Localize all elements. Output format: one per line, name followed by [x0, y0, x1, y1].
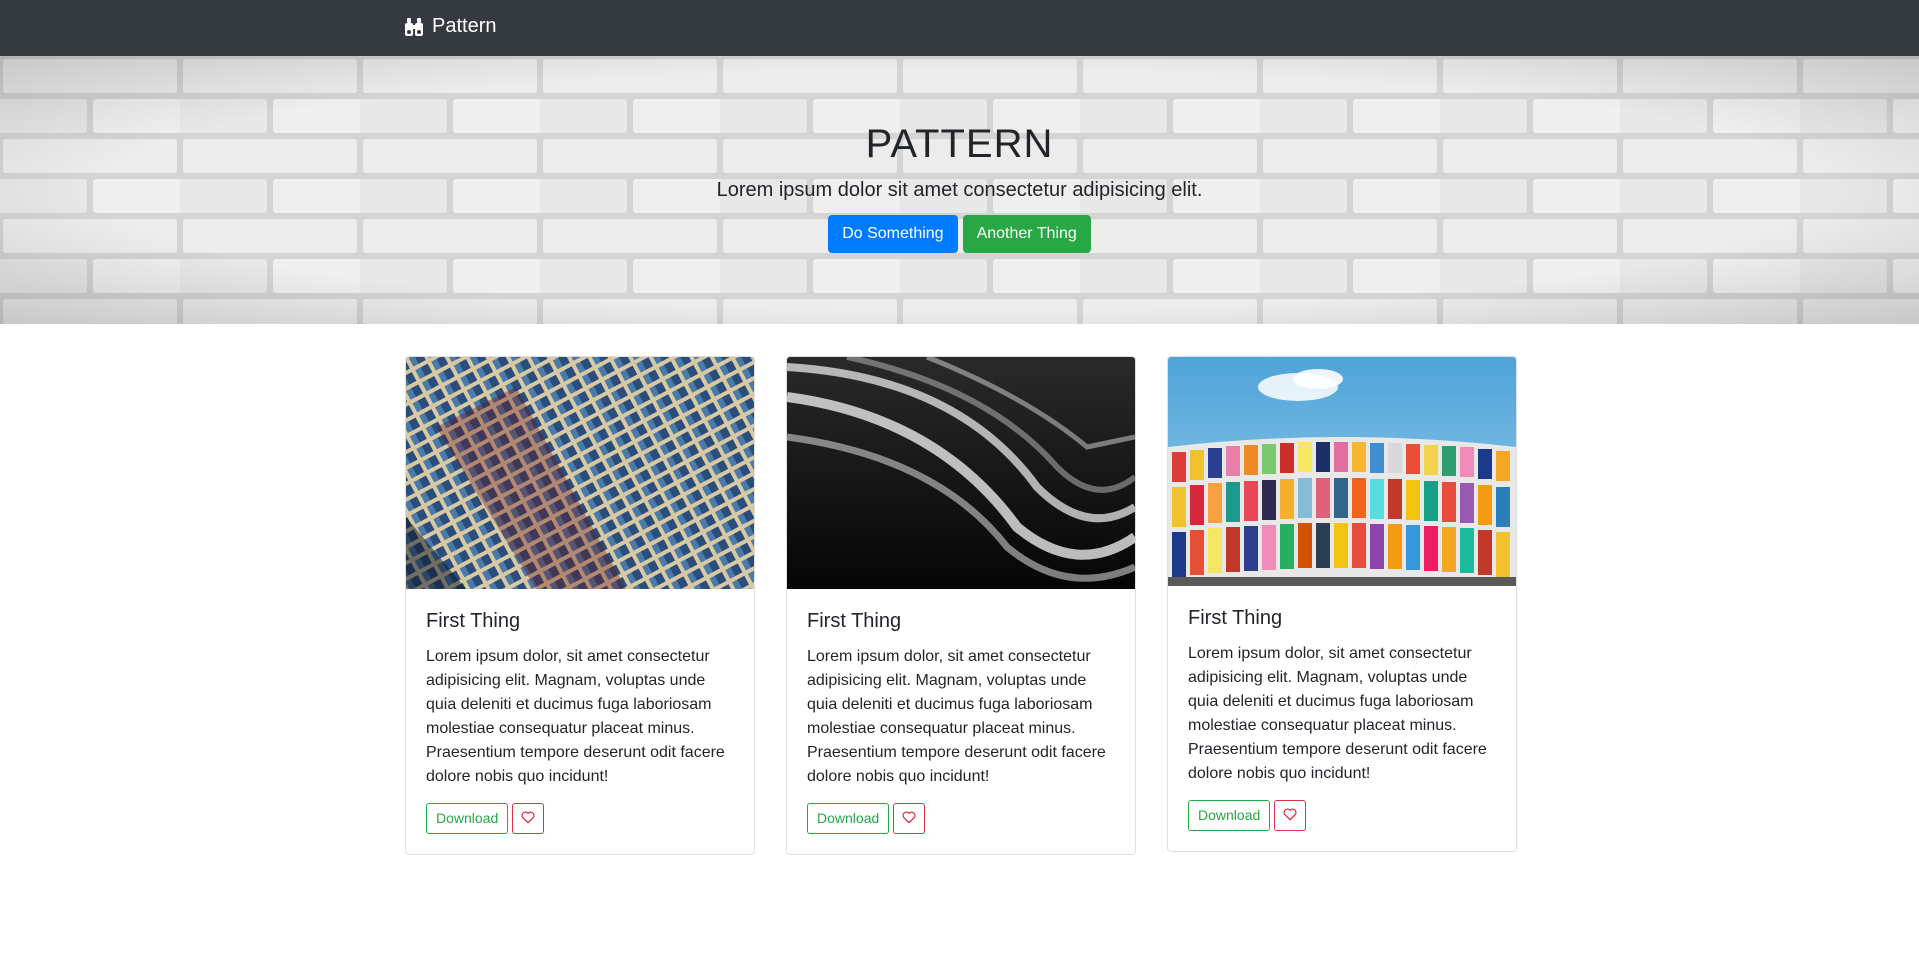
card-title: First Thing	[426, 610, 521, 632]
hero-button-group: Do Something Another Thing	[0, 215, 1919, 253]
card-image-curved-architecture	[787, 357, 1135, 589]
heart-icon	[1283, 808, 1297, 824]
like-button[interactable]	[512, 803, 545, 834]
download-button[interactable]: Download	[1188, 800, 1271, 831]
card-text: Lorem ipsum dolor, sit amet consectetur …	[1188, 645, 1487, 782]
navbar: Pattern	[0, 0, 1919, 56]
like-button[interactable]	[893, 803, 926, 834]
heart-icon	[521, 811, 535, 827]
do-something-button[interactable]: Do Something	[828, 215, 958, 253]
brand-link[interactable]: Pattern	[404, 15, 496, 38]
card: First Thing Lorem ipsum dolor, sit amet …	[786, 356, 1136, 855]
card-title: First Thing	[807, 610, 902, 632]
card-text: Lorem ipsum dolor, sit amet consectetur …	[426, 648, 725, 785]
card-image-building-facade	[406, 357, 754, 589]
hero-subtitle: Lorem ipsum dolor sit amet consectetur a…	[716, 179, 1203, 201]
card-text: Lorem ipsum dolor, sit amet consectetur …	[807, 648, 1106, 785]
card-actions: Download	[426, 803, 734, 834]
card-actions: Download	[1188, 800, 1496, 831]
hero-banner: PATTERN Lorem ipsum dolor sit amet conse…	[0, 56, 1919, 324]
download-button[interactable]: Download	[807, 803, 890, 834]
card-image-colorful-facade	[1168, 357, 1516, 586]
card: First Thing Lorem ipsum dolor, sit amet …	[405, 356, 755, 855]
card-title: First Thing	[1188, 607, 1283, 629]
card: First Thing Lorem ipsum dolor, sit amet …	[1167, 356, 1517, 852]
hero-title: PATTERN	[865, 122, 1054, 166]
binoculars-icon	[404, 17, 424, 37]
download-button[interactable]: Download	[426, 803, 509, 834]
card-actions: Download	[807, 803, 1115, 834]
heart-icon	[902, 811, 916, 827]
another-thing-button[interactable]: Another Thing	[962, 215, 1091, 253]
card-grid: First Thing Lorem ipsum dolor, sit amet …	[405, 356, 1517, 855]
brand-label: Pattern	[432, 15, 497, 37]
like-button[interactable]	[1274, 800, 1307, 831]
